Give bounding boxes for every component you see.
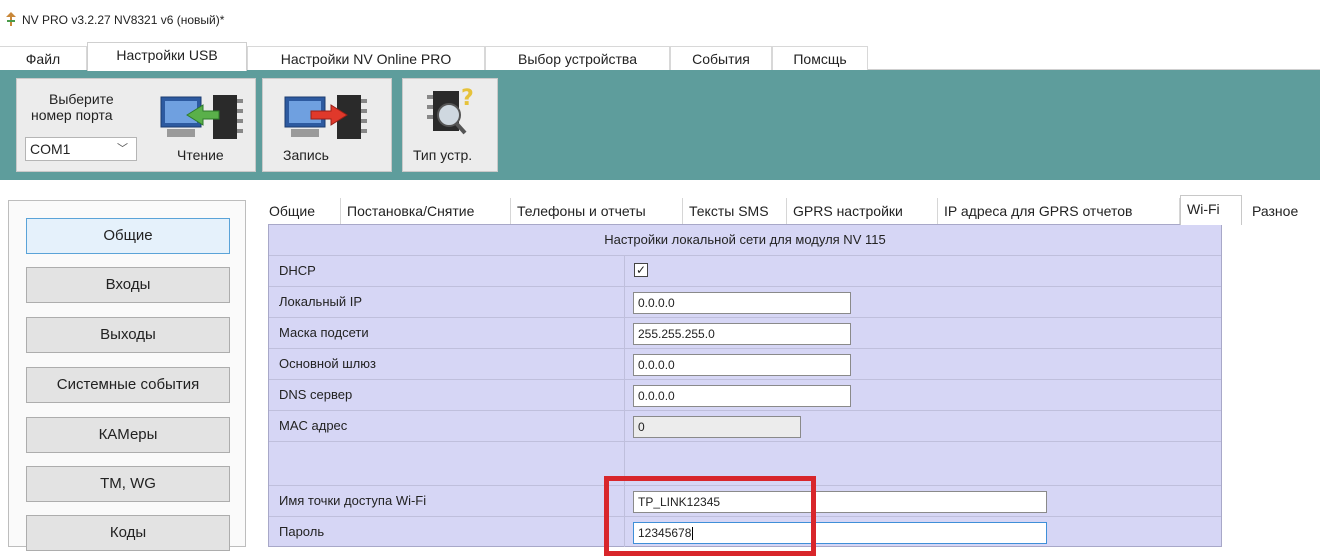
nav-tm-wg[interactable]: TM, WG <box>26 466 230 502</box>
read-button[interactable]: Чтение <box>177 147 224 163</box>
tab-gprs-ip[interactable]: IP адреса для GPRS отчетов <box>938 198 1180 224</box>
write-button: Запись <box>283 147 329 163</box>
tab-gprs-settings[interactable]: GPRS настройки <box>787 198 938 224</box>
port-select-value: COM1 <box>30 141 71 157</box>
write-group[interactable]: Запись <box>262 78 392 172</box>
chevron-down-icon: ﹀ <box>117 143 128 155</box>
tab-arming[interactable]: Постановка/Снятие <box>341 198 511 224</box>
settings-tabstrip: Общие Постановка/Снятие Телефоны и отчет… <box>263 195 1320 225</box>
dns-label: DNS сервер <box>279 387 353 402</box>
grid-header: Настройки локальной сети для модуля NV 1… <box>604 232 886 247</box>
nav-inputs[interactable]: Входы <box>26 267 230 303</box>
mac-label: MAC адрес <box>279 418 348 433</box>
highlight-box <box>604 476 816 556</box>
ribbon: Выберите номер порта COM1 ﹀ Чтение Запис… <box>0 70 1320 180</box>
tab-wifi[interactable]: Wi-Fi <box>1180 195 1242 225</box>
device-type-group[interactable]: ? Тип устр. <box>402 78 498 172</box>
menu-tab-usb-settings[interactable]: Настройки USB <box>87 42 247 71</box>
row-mask: Маска подсети 255.255.255.0 <box>269 317 1221 348</box>
local-ip-field[interactable]: 0.0.0.0 <box>633 292 851 314</box>
nav-system-events[interactable]: Системные события <box>26 367 230 403</box>
menu-tab-file[interactable]: Файл <box>0 46 87 70</box>
read-device-icon <box>160 95 243 139</box>
app-icon <box>6 12 16 26</box>
menu-bar: Файл Настройки USB Настройки NV Online P… <box>0 34 1320 71</box>
dhcp-label: DHCP <box>279 263 316 278</box>
title-bar: NV PRO v3.2.27 NV8321 v6 (новый)* <box>0 0 1320 34</box>
tab-misc[interactable]: Разное <box>1246 198 1320 224</box>
nav-codes[interactable]: Коды <box>26 515 230 551</box>
dns-field[interactable]: 0.0.0.0 <box>633 385 851 407</box>
write-device-icon <box>284 95 367 139</box>
port-select[interactable]: COM1 ﹀ <box>25 137 137 161</box>
menu-tab-help[interactable]: Помсщь <box>772 46 868 70</box>
device-type-button: Тип устр. <box>413 147 473 163</box>
mask-field[interactable]: 255.255.255.0 <box>633 323 851 345</box>
tab-phones-reports[interactable]: Телефоны и отчеты <box>511 198 683 224</box>
dhcp-checkbox[interactable]: ✓ <box>634 263 648 277</box>
port-group: Выберите номер порта COM1 ﹀ Чтение <box>16 78 256 172</box>
row-dns: DNS сервер 0.0.0.0 <box>269 379 1221 410</box>
row-mac: MAC адрес 0 <box>269 410 1221 441</box>
tab-sms-texts[interactable]: Тексты SMS <box>683 198 787 224</box>
row-dhcp: DHCP ✓ <box>269 255 1221 286</box>
ssid-label: Имя точки доступа Wi-Fi <box>279 493 427 508</box>
svg-text:?: ? <box>461 86 474 111</box>
gateway-field[interactable]: 0.0.0.0 <box>633 354 851 376</box>
tab-general[interactable]: Общие <box>263 198 341 224</box>
menu-tab-nv-online-pro[interactable]: Настройки NV Online PRO <box>247 46 485 70</box>
device-type-icon: ? <box>427 86 474 135</box>
menu-tab-events[interactable]: События <box>670 46 772 70</box>
port-label-line1: Выберите <box>49 91 114 107</box>
port-label-line2: номер порта <box>31 107 113 123</box>
local-ip-label: Локальный IP <box>279 294 363 309</box>
nav-outputs[interactable]: Выходы <box>26 317 230 353</box>
left-nav-panel: Общие Входы Выходы Системные события КАМ… <box>8 200 246 551</box>
password-label: Пароль <box>279 524 325 539</box>
menu-tab-device-select[interactable]: Выбор устройства <box>485 46 670 70</box>
row-local-ip: Локальный IP 0.0.0.0 <box>269 286 1221 317</box>
mac-field: 0 <box>633 416 801 438</box>
nav-general[interactable]: Общие <box>26 218 230 254</box>
window-title: NV PRO v3.2.27 NV8321 v6 (новый)* <box>22 13 225 27</box>
mask-label: Маска подсети <box>279 325 369 340</box>
row-gateway: Основной шлюз 0.0.0.0 <box>269 348 1221 379</box>
gateway-label: Основной шлюз <box>279 356 376 371</box>
nav-cameras[interactable]: КАМеры <box>26 417 230 453</box>
